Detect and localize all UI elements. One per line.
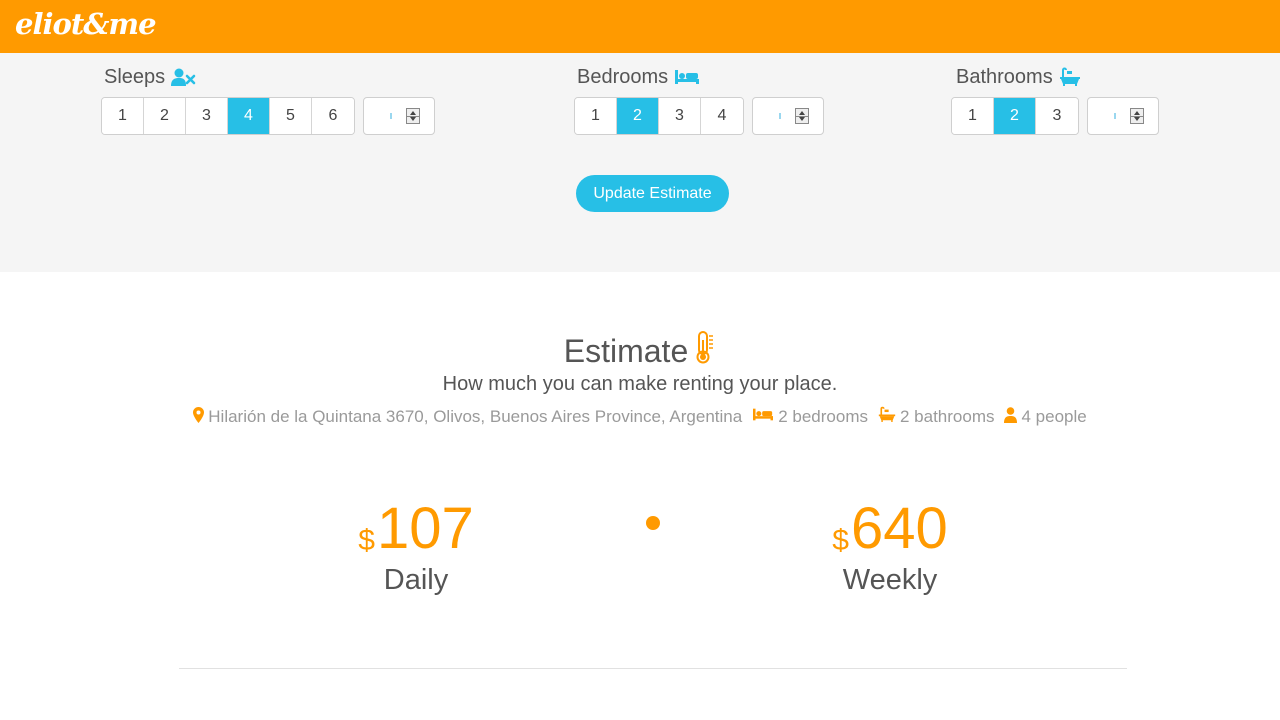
estimate-title: Estimate [563, 332, 689, 369]
bedrooms-selector: 1 2 3 4 [574, 97, 744, 135]
bathrooms-item: 2 bathrooms [878, 406, 995, 428]
bathrooms-selector: 1 2 3 [951, 97, 1079, 135]
people-item: 4 people [1004, 406, 1087, 428]
daily-label: Daily [383, 564, 449, 596]
sleeps-label-row: Sleeps [101, 65, 435, 89]
weekly-value: $ 640 [770, 496, 1010, 562]
bedrooms-number-input[interactable] [752, 97, 824, 135]
daily-amount: 107 [376, 496, 474, 561]
weekly-estimate: $ 640 Weekly [770, 496, 1010, 597]
bedrooms-option-1[interactable]: 1 [575, 98, 617, 134]
sleeps-option-4[interactable]: 4 [228, 98, 270, 134]
text-cursor [390, 113, 392, 119]
spin-buttons[interactable] [1130, 108, 1144, 124]
bedrooms-text: 2 bedrooms [778, 407, 868, 426]
bathrooms-number-input[interactable] [1087, 97, 1159, 135]
bathrooms-option-3[interactable]: 3 [1036, 98, 1078, 134]
bathrooms-label: Bathrooms [956, 65, 1053, 88]
bathrooms-label-row: Bathrooms [951, 65, 1159, 89]
spin-buttons[interactable] [795, 108, 809, 124]
estimate-heading: Estimate [0, 330, 1280, 372]
sleeps-option-6[interactable]: 6 [312, 98, 354, 134]
sleeps-option-1[interactable]: 1 [102, 98, 144, 134]
sleeps-option-2[interactable]: 2 [144, 98, 186, 134]
text-cursor [1114, 113, 1116, 119]
daily-currency: $ [358, 524, 375, 557]
weekly-currency: $ [832, 524, 849, 557]
sleeps-option-3[interactable]: 3 [186, 98, 228, 134]
bathrooms-option-1[interactable]: 1 [952, 98, 994, 134]
top-bar: eliot&me [0, 0, 1280, 53]
section-divider [179, 668, 1127, 669]
estimate-subtitle: How much you can make renting your place… [442, 373, 838, 395]
bedrooms-option-2[interactable]: 2 [617, 98, 659, 134]
bathrooms-group: Bathrooms 1 2 3 [951, 65, 1159, 135]
property-summary: Hilarión de la Quintana 3670, Olivos, Bu… [0, 406, 1280, 428]
daily-estimate: $ 107 Daily [296, 496, 536, 597]
daily-value: $ 107 [296, 496, 536, 562]
sleeps-controls: 1 2 3 4 5 6 [101, 97, 435, 135]
address-item: Hilarión de la Quintana 3670, Olivos, Bu… [193, 406, 743, 428]
controls-panel: Sleeps 1 2 3 4 5 6 Bedrooms 1 2 3 4 Bath… [0, 53, 1280, 272]
sleeps-group: Sleeps 1 2 3 4 5 6 [101, 65, 435, 135]
weekly-amount: 640 [850, 496, 948, 561]
bath-icon [1059, 67, 1081, 87]
sleeps-selector: 1 2 3 4 5 6 [101, 97, 355, 135]
map-marker-icon [193, 406, 205, 428]
people-text: 4 people [1021, 407, 1087, 426]
weekly-label: Weekly [842, 564, 938, 596]
bedrooms-label: Bedrooms [577, 65, 669, 88]
bedrooms-option-3[interactable]: 3 [659, 98, 701, 134]
bathrooms-text: 2 bathrooms [899, 407, 995, 426]
sleeps-label: Sleeps [104, 65, 166, 88]
user-times-icon [171, 67, 196, 87]
bed-icon [674, 68, 700, 86]
address-text: Hilarión de la Quintana 3670, Olivos, Bu… [208, 407, 743, 426]
bathrooms-controls: 1 2 3 [951, 97, 1159, 135]
text-cursor [779, 113, 781, 119]
thermometer-icon [694, 330, 716, 372]
bathrooms-option-2[interactable]: 2 [994, 98, 1036, 134]
user-icon [1004, 406, 1018, 428]
bedrooms-group: Bedrooms 1 2 3 4 [574, 65, 824, 135]
spin-buttons[interactable] [406, 108, 420, 124]
bedrooms-option-4[interactable]: 4 [701, 98, 743, 134]
bedrooms-item: 2 bedrooms [752, 407, 868, 427]
sleeps-number-input[interactable] [363, 97, 435, 135]
bedrooms-controls: 1 2 3 4 [574, 97, 824, 135]
sleeps-option-5[interactable]: 5 [270, 98, 312, 134]
update-estimate-button[interactable]: Update Estimate [576, 175, 729, 212]
bath-icon [878, 406, 896, 428]
logo[interactable]: eliot&me [15, 7, 157, 41]
bedrooms-label-row: Bedrooms [574, 65, 824, 89]
bed-icon [752, 407, 774, 427]
separator-dot [646, 516, 660, 530]
